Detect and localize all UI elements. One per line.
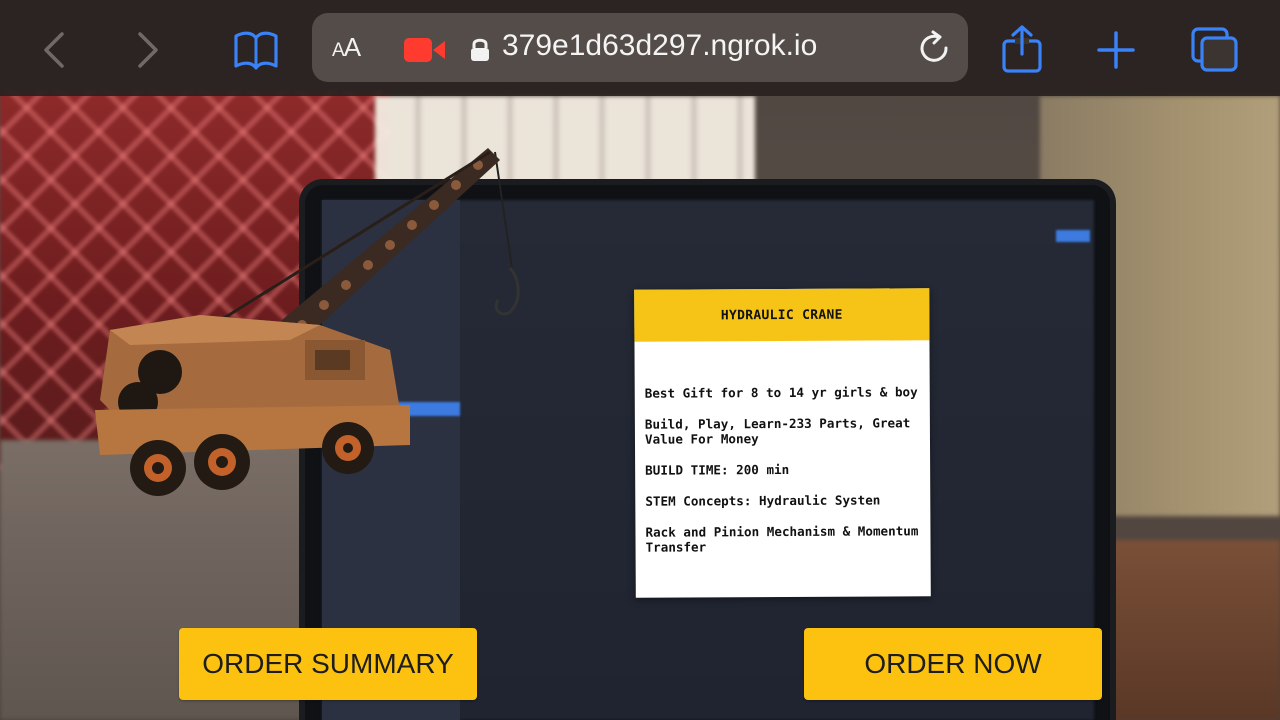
reload-icon[interactable] [916,30,952,66]
share-icon[interactable] [1000,24,1044,74]
product-feature: STEM Concepts: Hydraulic Systen [645,492,881,509]
chevron-left-icon [44,32,64,68]
text-size-small-label: A [332,40,345,61]
product-feature: BUILD TIME: 200 min [645,461,790,478]
lock-icon [471,38,489,61]
tabs-icon[interactable] [1190,26,1240,74]
plus-icon[interactable] [1096,30,1136,70]
text-size-large-label: A [343,32,361,62]
product-info-card: HYDRAULIC CRANE Best Gift for 8 to 14 yr… [634,288,931,598]
card-header: HYDRAULIC CRANE [634,288,930,342]
back-button[interactable] [32,28,76,72]
address-bar[interactable]: AA 379e1d63d297.ngrok.io [312,13,968,82]
book-icon [234,31,278,70]
product-feature: Best Gift for 8 to 14 yr girls & boy [644,384,918,401]
product-feature: Build, Play, Learn-233 Parts, Great Valu… [644,415,911,447]
product-feature: Rack and Pinion Mechanism & Momentum Tra… [645,523,919,555]
card-body: Best Gift for 8 to 14 yr girls & boy Bui… [634,340,930,555]
crane-3d-model [95,148,520,496]
background-screen-button [1056,230,1090,242]
background-desk [1080,540,1280,720]
order-now-button[interactable]: ORDER NOW [804,628,1102,700]
forward-button[interactable] [126,28,170,72]
bookmarks-button[interactable] [232,28,280,72]
text-size-button[interactable]: AA [332,32,361,63]
order-summary-button[interactable]: ORDER SUMMARY [179,628,477,700]
video-camera-icon[interactable] [404,37,446,63]
browser-toolbar: AA 379e1d63d297.ngrok.io [0,0,1280,96]
url-text[interactable]: 379e1d63d297.ngrok.io [502,29,817,63]
product-title: HYDRAULIC CRANE [720,307,843,323]
chevron-right-icon [138,32,158,68]
